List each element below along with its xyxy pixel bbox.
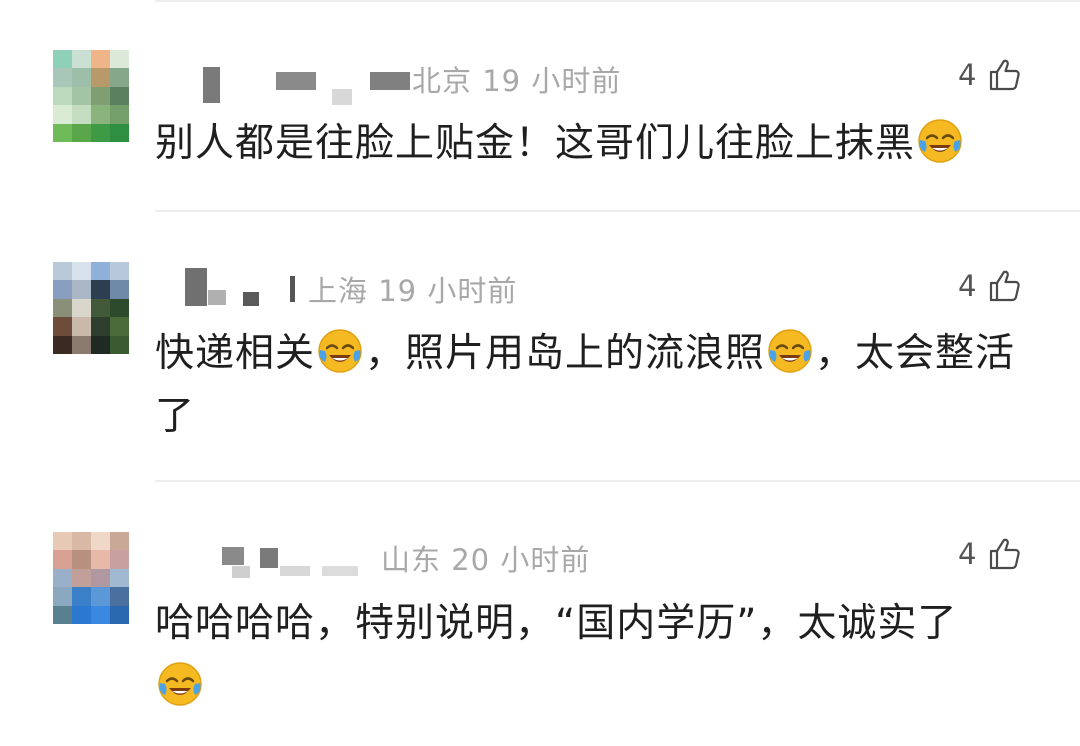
- thumbs-up-icon: [990, 270, 1021, 302]
- comment-divider: [155, 480, 1080, 482]
- comment-meta: 山东 20 小时前: [381, 537, 590, 579]
- comment-text-part: ，照片用岛上的流浪照: [365, 331, 766, 376]
- like-count: 4: [958, 537, 977, 571]
- top-divider: [155, 0, 1080, 2]
- like-button[interactable]: 4: [958, 537, 1022, 571]
- comment-location: 北京: [412, 64, 473, 98]
- comment-text-part: 快递相关: [155, 331, 316, 376]
- thumbs-up-icon: [990, 538, 1021, 570]
- comment-location: 山东: [381, 543, 442, 577]
- avatar[interactable]: [53, 262, 129, 354]
- comment-time: 20 小时前: [451, 543, 591, 577]
- avatar[interactable]: [53, 532, 129, 624]
- like-button[interactable]: 4: [958, 58, 1022, 92]
- comment-text: 别人都是往脸上贴金！这哥们儿往脸上抹黑: [155, 112, 1025, 175]
- comment-location: 上海: [308, 274, 369, 308]
- tears-of-joy-emoji-icon: [318, 329, 362, 373]
- tears-of-joy-emoji-icon: [158, 662, 202, 706]
- comment-text: 快递相关 ，照片用岛上的流浪照 ，太会整活了: [155, 322, 1025, 448]
- like-count: 4: [958, 58, 977, 92]
- thumbs-up-icon: [990, 59, 1021, 91]
- like-count: 4: [958, 269, 977, 303]
- comment-text-part: 哈哈哈哈，特别说明，“国内学历”，太诚实了: [155, 601, 958, 646]
- comment-meta: 北京 19 小时前: [412, 58, 621, 100]
- comment-time: 19 小时前: [378, 274, 518, 308]
- comment-text: 哈哈哈哈，特别说明，“国内学历”，太诚实了: [155, 592, 1025, 718]
- tears-of-joy-emoji-icon: [768, 329, 812, 373]
- comment-time: 19 小时前: [482, 64, 622, 98]
- avatar[interactable]: [53, 50, 129, 142]
- comment-divider: [155, 210, 1080, 212]
- like-button[interactable]: 4: [958, 269, 1022, 303]
- comment-meta: 上海 19 小时前: [308, 268, 517, 310]
- comment-text-part: 别人都是往脸上贴金！这哥们儿往脸上抹黑: [155, 121, 916, 166]
- tears-of-joy-emoji-icon: [918, 119, 962, 163]
